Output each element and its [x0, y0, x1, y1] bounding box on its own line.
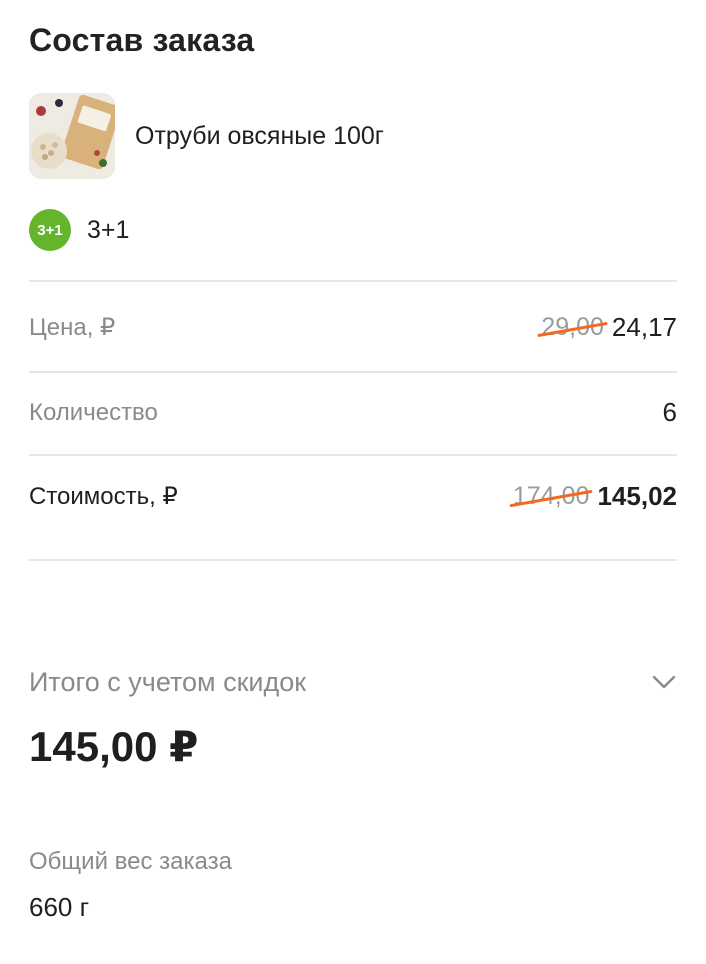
weight-label: Общий вес заказа	[29, 848, 232, 875]
divider	[29, 280, 677, 282]
weight-value: 660 г	[29, 892, 90, 922]
quantity-label: Количество	[29, 398, 158, 426]
total-value: 145,00 ₽	[29, 723, 199, 770]
quantity-value: 6	[662, 397, 677, 427]
price-values: 29,00 24,17	[537, 312, 677, 343]
order-item[interactable]: Отруби овсяные 100г	[29, 93, 384, 179]
chevron-down-icon[interactable]	[650, 668, 678, 696]
product-image-art	[29, 93, 115, 179]
total-label: Итого с учетом скидок	[29, 667, 307, 697]
price-old: 29,00	[537, 313, 608, 342]
divider	[29, 371, 677, 373]
promo-badge: 3+1	[29, 209, 71, 251]
price-current: 24,17	[611, 312, 677, 342]
price-row: Цена, ₽ 29,00 24,17	[29, 312, 677, 343]
price-label: Цена, ₽	[29, 314, 116, 341]
quantity-row: Количество 6	[29, 397, 677, 428]
promo-label: 3+1	[87, 215, 130, 244]
order-composition-title: Состав заказа	[29, 22, 255, 58]
divider	[29, 559, 677, 561]
cost-old: 174,00	[509, 482, 594, 511]
divider	[29, 454, 677, 456]
cost-values: 174,00 145,02	[509, 481, 677, 512]
cost-label: Стоимость, ₽	[29, 483, 178, 510]
cost-current: 145,02	[597, 481, 677, 511]
order-summary-page: Состав заказа Отруби овсяные 100г 3+1 3+…	[0, 0, 706, 964]
promo-row: 3+1 3+1	[29, 209, 129, 251]
product-image	[29, 93, 115, 179]
product-name: Отруби овсяные 100г	[135, 121, 384, 150]
cost-row: Стоимость, ₽ 174,00 145,02	[29, 481, 677, 512]
